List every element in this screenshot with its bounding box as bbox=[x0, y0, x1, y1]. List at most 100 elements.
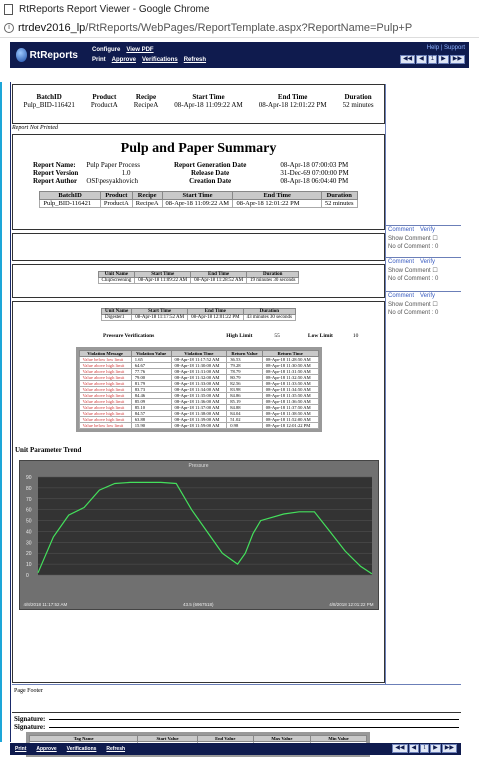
cell: 08-Apr-18 11:17:52 AM bbox=[170, 356, 228, 363]
comment-link[interactable]: Comment bbox=[388, 227, 414, 233]
show-comment-label: Show Comment bbox=[388, 236, 431, 242]
page-select[interactable]: 1 bbox=[427, 55, 438, 64]
view-pdf-link[interactable]: View PDF bbox=[126, 47, 153, 53]
cell: Value above high limit bbox=[78, 386, 132, 393]
print-button[interactable]: Print bbox=[15, 746, 26, 752]
violation-row: Value above high limit 77.76 08-Apr-18 11:… bbox=[78, 368, 319, 375]
plot-area bbox=[37, 477, 372, 575]
y-tick-label: 0 bbox=[26, 573, 29, 579]
label: Creation Date bbox=[189, 177, 232, 185]
cell: 08-Apr-18 11:30:00 AM bbox=[170, 362, 228, 369]
next-page-icon[interactable]: ▶ bbox=[430, 744, 441, 753]
window-titlebar: RtReports Report Viewer - Google Chrome bbox=[0, 0, 479, 18]
page-footer: Page Footer bbox=[12, 684, 461, 697]
trend-section-title: Unit Parameter Trend bbox=[15, 446, 82, 454]
verifications-link[interactable]: Verifications bbox=[142, 57, 178, 63]
cell: 08-Apr-18 11:32:50 AM bbox=[261, 374, 319, 381]
td: RecipeA bbox=[131, 199, 163, 208]
comment-count: No of Comment : 0 bbox=[388, 244, 439, 250]
verif-title: Pressure Verifications bbox=[103, 333, 155, 339]
td: ChipScreening bbox=[97, 277, 136, 284]
cell: 52 minutes bbox=[342, 101, 374, 109]
value: 08-Apr-18 06:04:40 PM bbox=[280, 177, 349, 185]
td: Pulp_BID-116421 bbox=[39, 199, 101, 208]
cell: 0.98 bbox=[226, 422, 263, 429]
signature-line bbox=[49, 726, 459, 728]
verify-link[interactable]: Verify bbox=[420, 227, 435, 233]
approve-link[interactable]: Approve bbox=[112, 57, 136, 63]
value: OSI\pesyakhovich bbox=[86, 177, 139, 185]
comment-link[interactable]: Comment bbox=[388, 259, 414, 265]
th: Start Time bbox=[161, 191, 234, 200]
left-accent-stripe bbox=[0, 82, 2, 742]
next-page-icon[interactable]: ▶ bbox=[438, 55, 449, 64]
bottom-pager: ◀◀ ◀ 1 ▶ ▶▶ bbox=[392, 744, 457, 753]
col-start: Start Time bbox=[192, 93, 225, 101]
value: 08-Apr-18 07:00:03 PM bbox=[280, 161, 349, 169]
cell: ProductA bbox=[90, 101, 118, 109]
prev-page-icon[interactable]: ◀ bbox=[408, 744, 420, 753]
chart-x-axis: 4/8/2018 11:17:52 AM 43.5 (6967518) 4/8/20… bbox=[24, 602, 374, 607]
side-spacer bbox=[386, 84, 461, 226]
th: Unit Name bbox=[100, 308, 133, 315]
violation-row: Value above high limit 84.57 08-Apr-18 11:… bbox=[78, 410, 319, 417]
cell: 08-Apr-18 11:31:00 AM bbox=[170, 368, 228, 375]
refresh-link[interactable]: Refresh bbox=[184, 57, 206, 63]
signature-block: Signature: Signature: bbox=[12, 712, 461, 733]
th: Product bbox=[99, 191, 133, 200]
prev-page-icon[interactable]: ◀ bbox=[416, 55, 427, 64]
col-recipe: Recipe bbox=[135, 93, 157, 101]
comments-sidebar: Comment Verify Show Comment ☐ No of Comment… bbox=[385, 84, 461, 684]
td: 52 minutes bbox=[320, 199, 358, 208]
approve-link[interactable]: Approve bbox=[36, 746, 56, 752]
cell: Value above high limit bbox=[78, 392, 132, 399]
td: 08-Apr-18 11:09:22 AM bbox=[161, 199, 234, 208]
y-tick-label: 80 bbox=[26, 486, 32, 492]
signature-line bbox=[49, 718, 459, 720]
last-page-icon[interactable]: ▶▶ bbox=[449, 55, 465, 64]
rtreports-logo: RtReports bbox=[16, 48, 78, 62]
th: BatchID bbox=[39, 191, 101, 200]
cell: 08-Apr-18 11:37:00 AM bbox=[170, 404, 228, 411]
violation-row: Value above high limit 85.09 08-Apr-18 11:… bbox=[78, 398, 319, 405]
logo-icon bbox=[16, 48, 27, 62]
refresh-link[interactable]: Refresh bbox=[106, 746, 125, 752]
support-link[interactable]: Support bbox=[444, 45, 465, 51]
first-page-icon[interactable]: ◀◀ bbox=[399, 55, 416, 64]
comment-group-3: Comment Verify Show Comment ☐ No of Comment… bbox=[386, 292, 461, 317]
verifications-table: Violation Message Violation Value Violatio… bbox=[78, 350, 319, 429]
x-end-label: 4/8/2018 12:01:22 PM bbox=[329, 602, 374, 607]
violation-row: Value below low limit 15.90 08-Apr-18 11:5… bbox=[78, 422, 319, 429]
signature-label-2: Signature: bbox=[14, 723, 46, 731]
address-bar[interactable]: i rtrdev2016_lp/RtReports/WebPages/Report… bbox=[0, 18, 479, 38]
violation-row: Value above high limit 63.88 08-Apr-18 11:… bbox=[78, 416, 319, 423]
report-toolbar: RtReports Configure View PDF Print Approve… bbox=[10, 42, 469, 68]
verify-link[interactable]: Verify bbox=[420, 259, 435, 265]
cell: Value above high limit bbox=[78, 410, 132, 417]
logo-text: RtReports bbox=[29, 49, 78, 61]
label: Report Version bbox=[33, 169, 79, 177]
comment-link[interactable]: Comment bbox=[388, 293, 414, 299]
last-page-icon[interactable]: ▶▶ bbox=[441, 744, 457, 753]
cell: 08-Apr-18 12:01:22 PM bbox=[261, 422, 319, 429]
x-mid-label: 43.5 (6967518) bbox=[182, 602, 214, 607]
configure-link[interactable]: Configure bbox=[92, 47, 120, 53]
help-link[interactable]: Help bbox=[427, 45, 439, 51]
first-page-icon[interactable]: ◀◀ bbox=[392, 744, 408, 753]
label: Report Generation Date bbox=[173, 161, 247, 169]
page-select[interactable]: 1 bbox=[420, 744, 430, 753]
verify-link[interactable]: Verify bbox=[420, 293, 435, 299]
high-limit-value: 55 bbox=[274, 333, 280, 339]
violation-row: Value above high limit 83.73 08-Apr-18 11:… bbox=[78, 386, 319, 393]
violation-row: Value below low limit 1.65 08-Apr-18 11:17… bbox=[78, 356, 319, 363]
cell: 08-Apr-18 11:38:00 AM bbox=[170, 410, 228, 417]
y-tick-label: 40 bbox=[26, 529, 32, 535]
verif-header: Pressure Verifications High Limit 55 Low Li… bbox=[103, 333, 384, 339]
info-icon[interactable]: i bbox=[4, 22, 14, 33]
print-button[interactable]: Print bbox=[92, 57, 106, 63]
low-limit-label: Low Limit bbox=[307, 333, 333, 339]
verifications-link[interactable]: Verifications bbox=[67, 746, 97, 752]
td: ProductA bbox=[99, 199, 133, 208]
cell: Value above high limit bbox=[78, 380, 132, 387]
show-comment-label: Show Comment bbox=[388, 268, 431, 274]
